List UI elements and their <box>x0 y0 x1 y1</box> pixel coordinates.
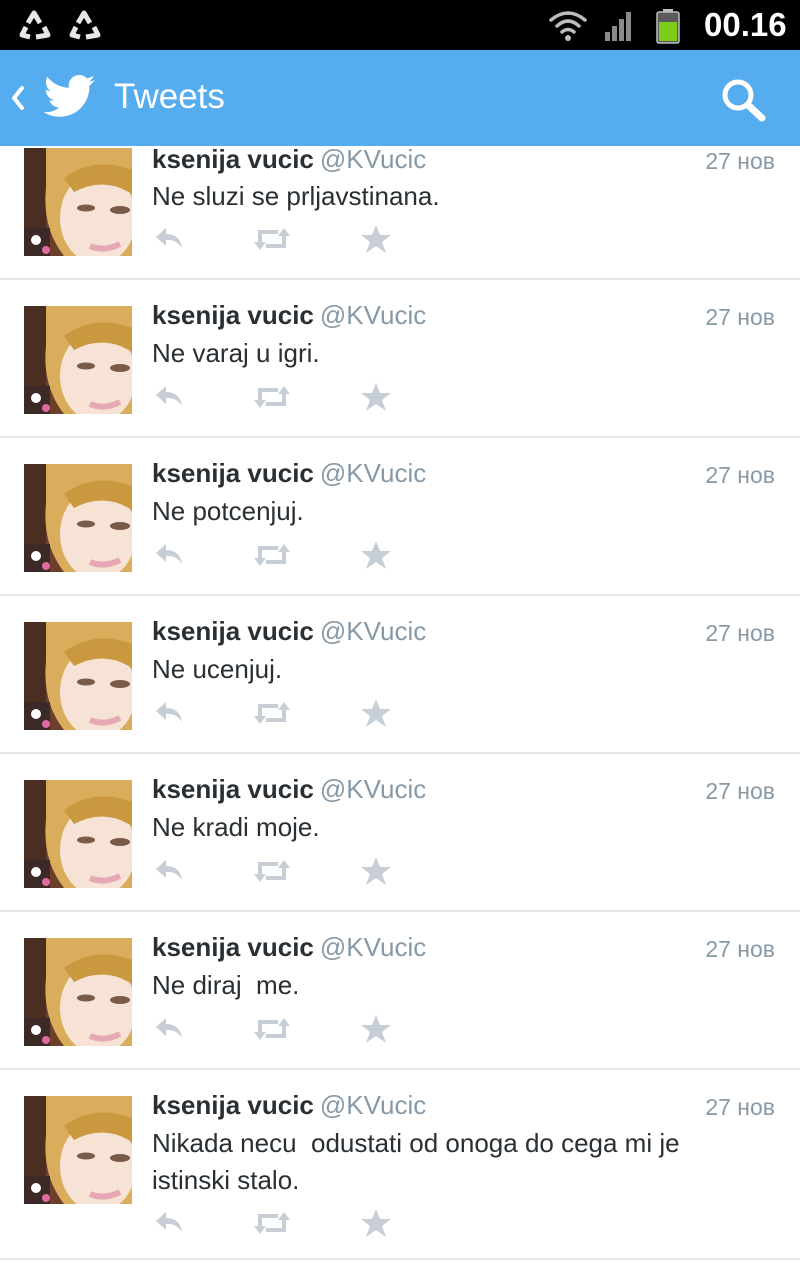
retweet-icon[interactable] <box>252 382 292 412</box>
avatar-image <box>24 622 132 730</box>
author-handle: @KVucic <box>319 616 427 646</box>
author-name: ksenija vucic <box>152 774 314 804</box>
avatar[interactable] <box>24 938 132 1046</box>
author-name: ksenija vucic <box>152 932 314 962</box>
tweet-time: 27 нов <box>705 148 775 174</box>
tweet-text: Ne potcenjuj. <box>152 496 304 526</box>
reply-icon[interactable] <box>152 856 186 886</box>
tweet-actions <box>152 1208 412 1242</box>
tweet-text: Ne ucenjuj. <box>152 654 283 684</box>
app-bar: Tweets <box>0 50 800 146</box>
retweet-icon[interactable] <box>252 856 292 886</box>
chevron-left-icon <box>12 86 24 110</box>
reply-icon[interactable] <box>152 382 186 412</box>
favorite-star-icon[interactable] <box>360 1208 392 1238</box>
tweet-item[interactable]: ksenija vucic @KVucic 27 нов Ne sluzi se … <box>0 146 800 280</box>
author-handle: @KVucic <box>319 774 427 804</box>
wifi-icon <box>549 11 587 41</box>
tweet-actions <box>152 382 412 416</box>
avatar-image <box>24 306 132 414</box>
tweet-time: 27 нов <box>705 778 775 804</box>
author-handle: @KVucic <box>319 1090 427 1120</box>
avatar-image <box>24 148 132 256</box>
tweet-author[interactable]: ksenija vucic @KVucic <box>152 1090 426 1121</box>
retweet-icon[interactable] <box>252 1208 292 1238</box>
search-icon <box>722 79 766 122</box>
tweet-actions <box>152 1014 412 1048</box>
back-button[interactable] <box>0 50 110 146</box>
tweet-author[interactable]: ksenija vucic @KVucic <box>152 616 426 647</box>
avatar-image <box>24 938 132 1046</box>
favorite-star-icon[interactable] <box>360 224 392 254</box>
reply-icon[interactable] <box>152 1208 186 1238</box>
tweet-text: Ne varaj u igri. <box>152 338 320 368</box>
tweet-author[interactable]: ksenija vucic @KVucic <box>152 932 426 963</box>
tweet-time: 27 нов <box>705 936 775 962</box>
favorite-star-icon[interactable] <box>360 1014 392 1044</box>
tweet-time: 27 нов <box>705 462 775 488</box>
status-clock: 00.16 <box>704 6 787 43</box>
avatar[interactable] <box>24 306 132 414</box>
favorite-star-icon[interactable] <box>360 382 392 412</box>
reply-icon[interactable] <box>152 698 186 728</box>
author-handle: @KVucic <box>319 300 427 330</box>
search-button[interactable] <box>705 60 785 136</box>
retweet-icon[interactable] <box>252 698 292 728</box>
author-name: ksenija vucic <box>152 146 314 174</box>
tweet-time: 27 нов <box>705 1094 775 1120</box>
avatar-image <box>24 464 132 572</box>
tweet-text: Nikada necu odustati od onoga do cega mi… <box>152 1128 687 1195</box>
tweet-author[interactable]: ksenija vucic @KVucic <box>152 458 426 489</box>
status-bar: 00.16 <box>0 0 800 50</box>
tweet-actions <box>152 540 412 574</box>
tweet-item[interactable]: ksenija vucic @KVucic 27 нов Ne potcenjuj… <box>0 438 800 596</box>
author-name: ksenija vucic <box>152 1090 314 1120</box>
favorite-star-icon[interactable] <box>360 856 392 886</box>
author-handle: @KVucic <box>319 458 427 488</box>
avatar-image <box>24 780 132 888</box>
page-title: Tweets <box>114 77 225 116</box>
tweet-author[interactable]: ksenija vucic @KVucic <box>152 146 426 175</box>
avatar[interactable] <box>24 148 132 256</box>
tweet-actions <box>152 224 412 258</box>
author-handle: @KVucic <box>319 146 427 174</box>
recycle-icon <box>69 10 101 40</box>
favorite-star-icon[interactable] <box>360 698 392 728</box>
author-name: ksenija vucic <box>152 300 314 330</box>
avatar[interactable] <box>24 622 132 730</box>
tweet-item[interactable]: ksenija vucic @KVucic 27 нов Ne ucenjuj. <box>0 596 800 754</box>
tweet-author[interactable]: ksenija vucic @KVucic <box>152 774 426 805</box>
avatar-image <box>24 1096 132 1204</box>
avatar[interactable] <box>24 1096 132 1204</box>
tweet-text: Ne sluzi se prljavstinana. <box>152 181 440 211</box>
avatar[interactable] <box>24 780 132 888</box>
twitter-bird-icon <box>44 75 95 117</box>
retweet-icon[interactable] <box>252 224 292 254</box>
favorite-star-icon[interactable] <box>360 540 392 570</box>
reply-icon[interactable] <box>152 1014 186 1044</box>
tweet-item[interactable]: ksenija vucic @KVucic 27 нов Nikada necu … <box>0 1070 800 1260</box>
retweet-icon[interactable] <box>252 540 292 570</box>
author-name: ksenija vucic <box>152 458 314 488</box>
tweet-actions <box>152 698 412 732</box>
tweet-text: Ne diraj me. <box>152 970 300 1000</box>
tweet-item[interactable]: ksenija vucic @KVucic 27 нов Ne varaj u i… <box>0 280 800 438</box>
battery-icon <box>656 9 680 44</box>
tweet-author[interactable]: ksenija vucic @KVucic <box>152 300 426 331</box>
tweet-text: Ne kradi moje. <box>152 812 320 842</box>
reply-icon[interactable] <box>152 224 186 254</box>
tweet-item[interactable]: ksenija vucic @KVucic 27 нов Ne diraj me. <box>0 912 800 1070</box>
author-name: ksenija vucic <box>152 616 314 646</box>
tweet-timeline[interactable]: ksenija vucic @KVucic 27 нов Ne sluzi se … <box>0 146 800 1280</box>
tweet-time: 27 нов <box>705 304 775 330</box>
reply-icon[interactable] <box>152 540 186 570</box>
tweet-actions <box>152 856 412 890</box>
author-handle: @KVucic <box>319 932 427 962</box>
signal-icon <box>605 12 631 41</box>
recycle-icon <box>19 10 51 40</box>
avatar[interactable] <box>24 464 132 572</box>
tweet-time: 27 нов <box>705 620 775 646</box>
retweet-icon[interactable] <box>252 1014 292 1044</box>
tweet-item[interactable]: ksenija vucic @KVucic 27 нов Ne kradi moj… <box>0 754 800 912</box>
